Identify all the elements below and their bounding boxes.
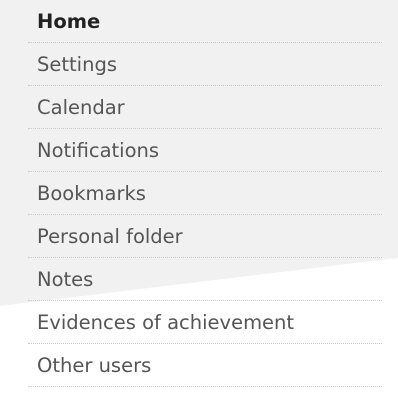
navigation-page: Home Settings Calendar Notifications Boo… (0, 0, 398, 394)
nav-item-other-users[interactable]: Other users (28, 344, 382, 387)
bookmarks-link[interactable]: Bookmarks (37, 181, 382, 207)
other-users-link[interactable]: Other users (37, 353, 382, 379)
nav-item-notifications[interactable]: Notifications (28, 129, 382, 172)
sidebar-navigation-list: Home Settings Calendar Notifications Boo… (28, 0, 382, 394)
personal-folder-link[interactable]: Personal folder (37, 224, 382, 250)
nav-item-home[interactable]: Home (28, 0, 382, 43)
calendar-link[interactable]: Calendar (37, 95, 382, 121)
settings-link[interactable]: Settings (37, 52, 382, 78)
notifications-link[interactable]: Notifications (37, 138, 382, 164)
notes-link[interactable]: Notes (37, 267, 382, 293)
home-link[interactable]: Home (37, 9, 382, 35)
nav-item-calendar[interactable]: Calendar (28, 86, 382, 129)
nav-item-evidences-of-achievement[interactable]: Evidences of achievement (28, 301, 382, 344)
nav-item-personal-folder[interactable]: Personal folder (28, 215, 382, 258)
nav-item-bookmarks[interactable]: Bookmarks (28, 172, 382, 215)
evidences-of-achievement-link[interactable]: Evidences of achievement (37, 310, 382, 336)
nav-item-notes[interactable]: Notes (28, 258, 382, 301)
nav-item-settings[interactable]: Settings (28, 43, 382, 86)
